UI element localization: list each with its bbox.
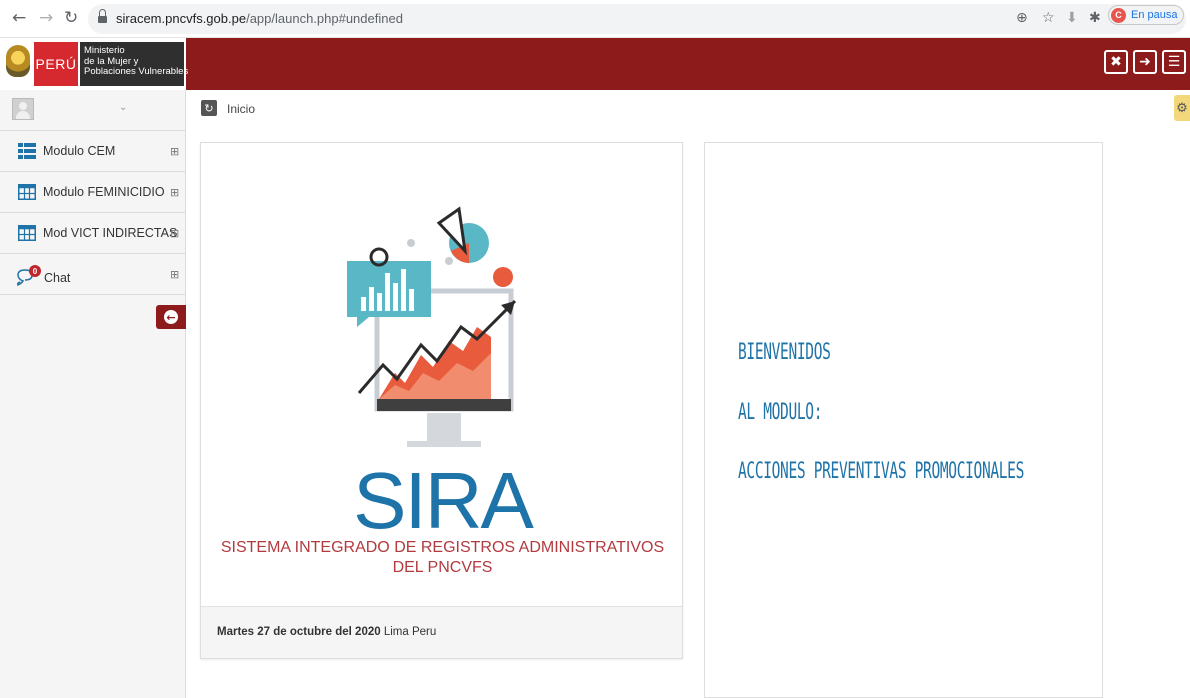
sidebar-item-label: Modulo FEMINICIDIO <box>43 185 165 199</box>
menu-button[interactable]: ☰ <box>1162 50 1186 74</box>
expand-icon[interactable]: ⊞ <box>170 145 179 158</box>
list-icon <box>18 143 36 159</box>
app-header: PERÚ Ministerio de la Mujer y Poblacione… <box>0 38 1190 90</box>
settings-gear-button[interactable]: ⚙ <box>1174 95 1190 121</box>
welcome-line-2: AL MODULO: <box>738 400 823 425</box>
sidebar-item-label: Mod VICT INDIRECTAS <box>43 226 178 240</box>
forward-arrow-icon[interactable]: → <box>39 8 53 28</box>
sidebar-item-modulo-feminicidio[interactable]: Modulo FEMINICIDIO ⊞ <box>0 172 185 213</box>
sira-subtitle: SISTEMA INTEGRADO DE REGISTROS ADMINISTR… <box>220 539 665 576</box>
address-bar[interactable]: siracem.pncvfs.gob.pe/app/launch.php#und… <box>88 4 1186 34</box>
sidebar-item-modulo-cem[interactable]: Modulo CEM ⊞ <box>0 131 185 172</box>
profile-status: En pausa <box>1131 9 1178 21</box>
breadcrumb[interactable]: Inicio <box>227 102 255 116</box>
welcome-card: BIENVENIDOS AL MODULO: ACCIONES PREVENTI… <box>704 142 1103 698</box>
gear-icon: ⚙ <box>1176 100 1188 116</box>
logout-icon: ➜ <box>1139 54 1151 70</box>
welcome-line-1: BIENVENIDOS <box>738 340 831 365</box>
hamburger-icon: ☰ <box>1167 54 1181 70</box>
refresh-icon[interactable]: ↻ <box>201 100 217 116</box>
expand-icon[interactable]: ⊞ <box>170 186 179 199</box>
peru-label: PERÚ <box>34 42 78 86</box>
sira-logo-word: SIRA <box>353 456 534 545</box>
user-avatar-icon <box>12 98 34 120</box>
sira-card: SIRA SISTEMA INTEGRADO DE REGISTROS ADMI… <box>200 142 683 659</box>
fullscreen-icon: ✖ <box>1110 54 1122 70</box>
chat-icon: 0 <box>17 265 41 286</box>
zoom-icon[interactable]: ⊕ <box>1016 10 1028 26</box>
extensions-puzzle-icon[interactable]: ✱ <box>1089 10 1101 26</box>
sidebar: ⌄ Modulo CEM ⊞ Modulo FEMINICIDIO ⊞ Mod … <box>0 90 186 698</box>
sidebar-item-chat[interactable]: 0 Chat ⊞ <box>0 254 185 295</box>
lock-icon <box>98 9 107 24</box>
fullscreen-button[interactable]: ✖ <box>1104 50 1128 74</box>
sidebar-item-mod-vict-indirectas[interactable]: Mod VICT INDIRECTAS ⊞ <box>0 213 185 254</box>
card-footer: Martes 27 de octubre del 2020 Lima Peru <box>201 606 682 658</box>
ministry-name: Ministerio de la Mujer y Poblaciones Vul… <box>80 42 188 86</box>
expand-icon[interactable]: ⊞ <box>170 227 179 240</box>
table-icon <box>18 184 36 200</box>
collapse-sidebar-button[interactable]: ← <box>156 305 186 329</box>
user-panel[interactable]: ⌄ <box>0 90 185 131</box>
sidebar-item-label: Modulo CEM <box>43 144 116 158</box>
analytics-illustration <box>347 206 517 447</box>
reload-icon[interactable]: ↻ <box>64 8 78 28</box>
crest-icon <box>6 45 30 77</box>
logout-button[interactable]: ➜ <box>1133 50 1157 74</box>
arrow-left-icon: ← <box>164 310 178 324</box>
bookmark-star-icon[interactable]: ☆ <box>1042 10 1055 26</box>
expand-icon[interactable]: ⊞ <box>170 268 179 281</box>
url-text: siracem.pncvfs.gob.pe/app/launch.php#und… <box>116 11 403 26</box>
welcome-line-3: ACCIONES PREVENTIVAS PROMOCIONALES <box>738 459 1025 484</box>
sidebar-item-label: Chat <box>44 271 71 285</box>
profile-avatar: C <box>1111 7 1126 23</box>
ministry-logo[interactable]: PERÚ Ministerio de la Mujer y Poblacione… <box>0 38 188 90</box>
chat-badge: 0 <box>33 267 38 276</box>
chevron-down-icon[interactable]: ⌄ <box>119 102 127 113</box>
profile-chip[interactable]: C En pausa <box>1108 5 1185 25</box>
footer-date: Martes 27 de octubre del 2020 Lima Peru <box>217 626 437 638</box>
browser-toolbar: ← → ↻ siracem.pncvfs.gob.pe/app/launch.p… <box>0 0 1190 38</box>
download-extension-icon[interactable]: ⬇ <box>1066 10 1078 26</box>
table-icon <box>18 225 36 241</box>
back-arrow-icon[interactable]: ← <box>12 8 26 28</box>
